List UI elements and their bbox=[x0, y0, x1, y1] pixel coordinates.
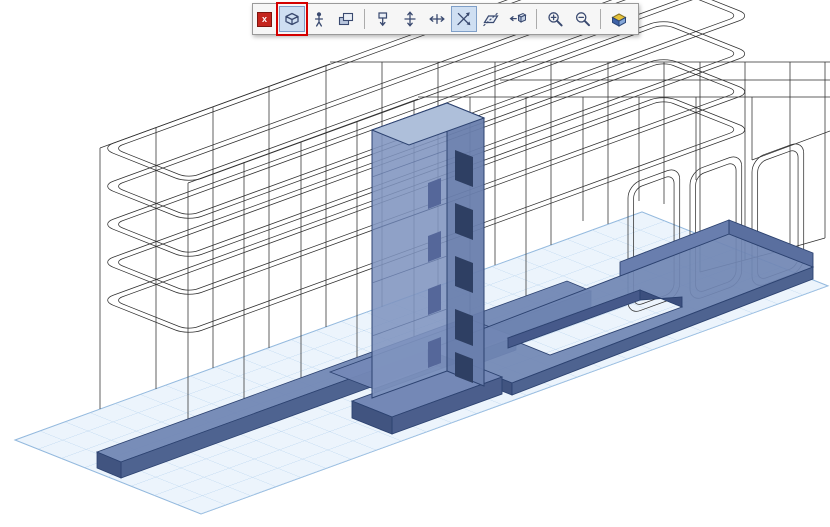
walk-icon bbox=[373, 9, 393, 29]
skew-icon bbox=[481, 9, 501, 29]
walk-button[interactable] bbox=[370, 6, 396, 32]
elevate-icon bbox=[400, 9, 420, 29]
move-copy-icon bbox=[508, 9, 528, 29]
cutaway-3d-icon bbox=[609, 9, 629, 29]
zoom-in-icon bbox=[545, 9, 565, 29]
zoom-out-icon bbox=[572, 9, 592, 29]
elevate-button[interactable] bbox=[397, 6, 423, 32]
perspective-button[interactable] bbox=[306, 6, 332, 32]
cutaway-3d-button[interactable] bbox=[606, 6, 632, 32]
tower-right-face bbox=[447, 103, 484, 386]
orbit-button[interactable] bbox=[451, 6, 477, 32]
toolbar-buttons bbox=[279, 6, 632, 32]
zoom-out-button[interactable] bbox=[569, 6, 595, 32]
toolbar-separator bbox=[536, 9, 537, 29]
zoom-in-button[interactable] bbox=[542, 6, 568, 32]
lateral-move-icon bbox=[427, 9, 447, 29]
model-canvas[interactable] bbox=[0, 0, 830, 527]
toolbar-separator bbox=[600, 9, 601, 29]
cutting-planes-icon bbox=[336, 9, 356, 29]
toolbar-separator bbox=[364, 9, 365, 29]
skew-button[interactable] bbox=[478, 6, 504, 32]
axonometry-button[interactable] bbox=[279, 6, 305, 32]
core-tower bbox=[352, 103, 502, 434]
perspective-icon bbox=[309, 9, 329, 29]
cutting-planes-button[interactable] bbox=[333, 6, 359, 32]
orbit-icon bbox=[454, 9, 474, 29]
move-copy-button[interactable] bbox=[505, 6, 531, 32]
lateral-move-button[interactable] bbox=[424, 6, 450, 32]
close-button[interactable]: x bbox=[257, 12, 272, 27]
floating-toolbar: x bbox=[252, 3, 639, 35]
axonometry-icon bbox=[282, 9, 302, 29]
